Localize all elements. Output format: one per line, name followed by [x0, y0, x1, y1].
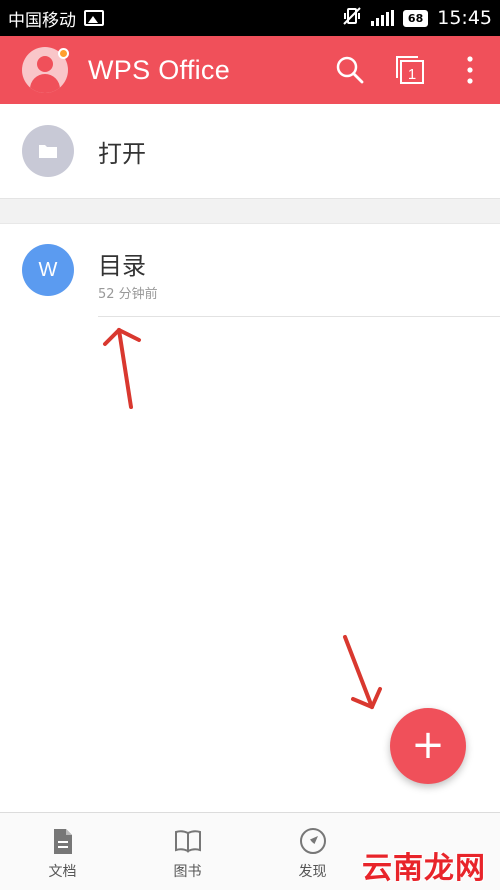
app-bar: WPS Office 1: [0, 36, 500, 104]
image-notification-icon: [84, 10, 104, 26]
battery-icon: 68: [402, 9, 429, 27]
clock: 15:45: [437, 7, 492, 29]
window-count: 1: [408, 66, 416, 83]
document-name: 目录: [98, 252, 146, 280]
avatar[interactable]: [22, 47, 69, 93]
document-time: 52 分钟前: [98, 287, 158, 302]
annotation-arrow-up: [103, 328, 141, 409]
vibrate-off-icon: [342, 6, 362, 31]
compass-icon: [299, 827, 327, 855]
status-bar: 中国移动 68 15:45: [0, 0, 500, 36]
row-divider: [98, 316, 500, 317]
app-title: WPS Office: [88, 54, 231, 85]
open-file-row[interactable]: 打开: [0, 104, 500, 198]
open-label: 打开: [98, 139, 146, 168]
doc-type-letter: W: [38, 258, 58, 281]
more-vert-icon: [467, 56, 473, 84]
search-button[interactable]: [320, 36, 380, 104]
windows-icon: 1: [396, 56, 424, 84]
list-item[interactable]: W 目录 52 分钟前: [0, 224, 500, 318]
annotation-arrow-down: [343, 635, 382, 709]
new-document-button[interactable]: +: [390, 708, 466, 784]
nav-label: 发现: [298, 864, 327, 880]
search-icon: [336, 56, 364, 84]
more-options-button[interactable]: [440, 36, 500, 104]
plus-icon: +: [411, 721, 445, 768]
windows-button[interactable]: 1: [380, 36, 440, 104]
nav-discover[interactable]: 发现: [250, 813, 375, 890]
section-divider: [0, 198, 500, 224]
notification-dot: [58, 48, 69, 59]
signal-icon: [370, 10, 394, 26]
word-doc-icon: W: [22, 244, 74, 296]
folder-icon: [22, 125, 74, 177]
nav-label: 文档: [48, 864, 77, 880]
nav-label: 图书: [173, 864, 202, 880]
carrier-label: 中国移动: [8, 10, 76, 31]
document-icon: [52, 827, 74, 855]
watermark-text: 云南龙网: [362, 851, 486, 886]
book-icon: [174, 827, 202, 855]
nav-books[interactable]: 图书: [125, 813, 250, 890]
nav-documents[interactable]: 文档: [0, 813, 125, 890]
